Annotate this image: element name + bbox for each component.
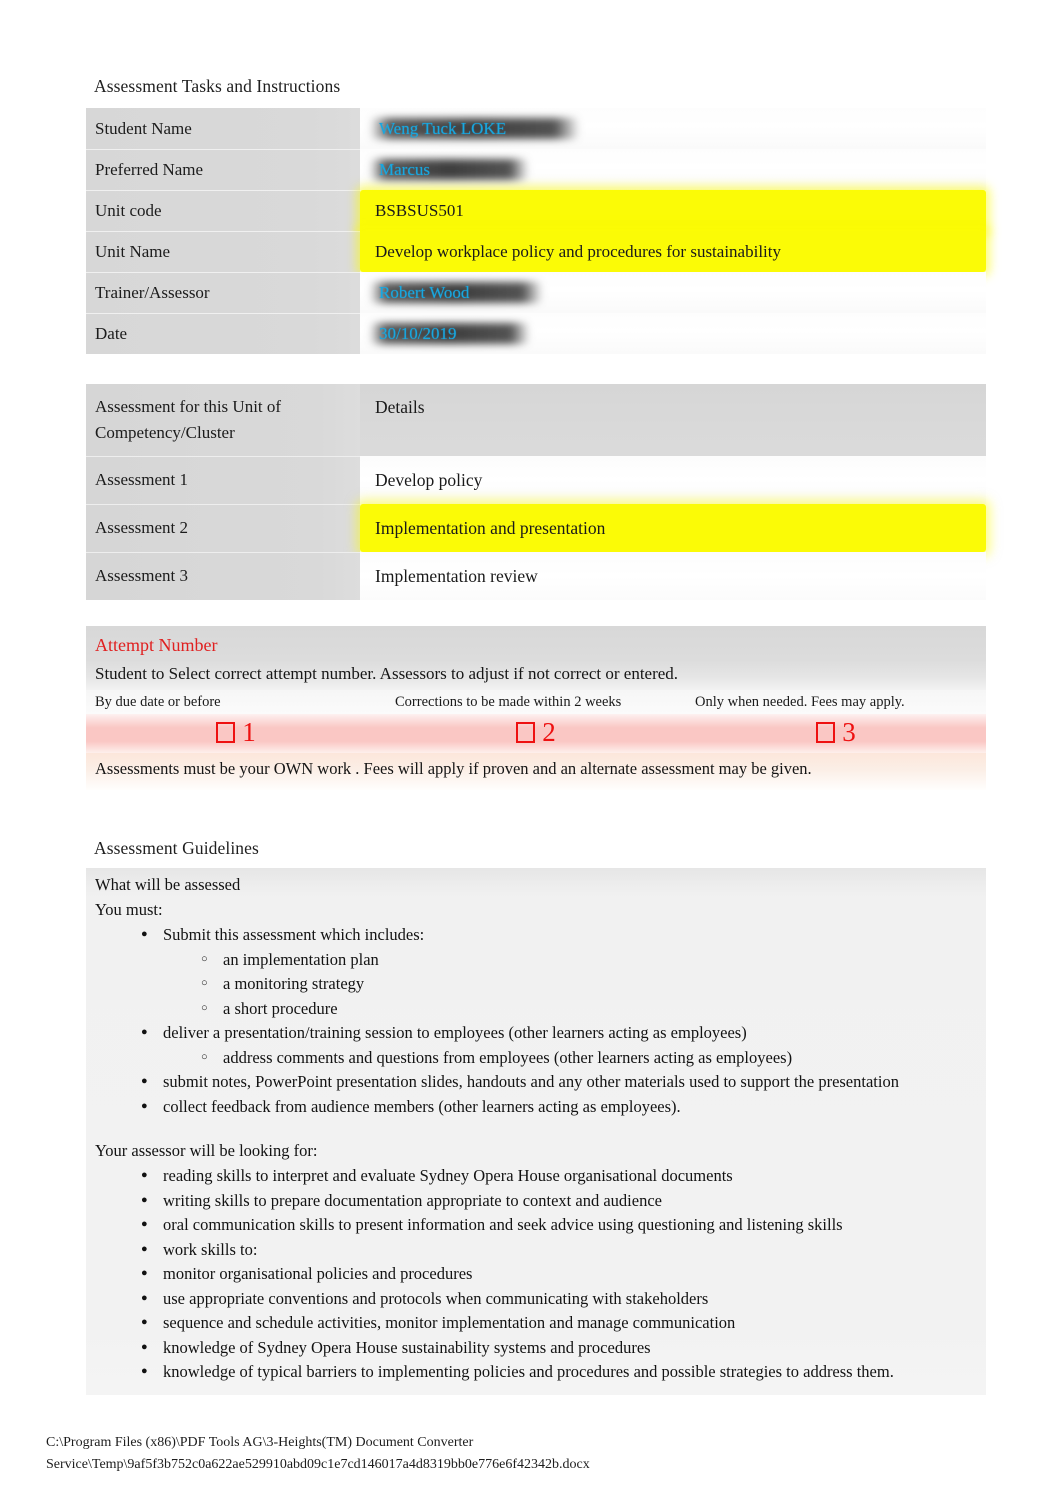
list-item: sequence and schedule activities, monito… <box>141 1310 986 1336</box>
table-row: Unit Name Develop workplace policy and p… <box>86 231 986 272</box>
table-header-row: Assessment for this Unit of Competency/C… <box>86 384 986 456</box>
list-item: a short procedure <box>201 996 986 1022</box>
attempt-own-work-note: Assessments must be your OWN work . Fees… <box>86 753 986 790</box>
footer-line-1: C:\Program Files (x86)\PDF Tools AG\3-He… <box>46 1435 474 1450</box>
redacted-student-name: Weng Tuck LOKE <box>375 117 510 140</box>
list-item: collect feedback from audience members (… <box>141 1094 986 1120</box>
document-page: Assessment Tasks and Instructions Studen… <box>0 0 1062 1504</box>
attempt-number-2: 2 <box>542 717 556 747</box>
field-value-trainer-assessor[interactable]: Robert Wood <box>360 272 986 313</box>
assessor-lead-label: Your assessor will be looking for: <box>95 1141 318 1160</box>
field-label-trainer-assessor: Trainer/Assessor <box>86 272 360 313</box>
list-item: a monitoring strategy <box>201 971 986 997</box>
guidelines-body: You must: Submit this assessment which i… <box>86 897 986 1395</box>
assessment-3-value: Implementation review <box>360 552 986 600</box>
checkbox-icon-attempt-2[interactable] <box>516 722 536 743</box>
list-item: submit notes, PowerPoint presentation sl… <box>141 1069 986 1095</box>
assessment-detail-table: Assessment for this Unit of Competency/C… <box>86 384 986 600</box>
table-row: Preferred Name Marcus <box>86 149 986 190</box>
table-row: Unit code BSBSUS501 <box>86 190 986 231</box>
footer-path: C:\Program Files (x86)\PDF Tools AG\3-He… <box>46 1432 1006 1476</box>
must-list: Submit this assessment which includes: a… <box>95 922 986 1120</box>
redacted-date: 30/10/2019 <box>375 322 460 345</box>
list-item: use appropriate conventions and protocol… <box>141 1286 986 1312</box>
what-will-be-assessed-header: What will be assessed <box>86 868 986 897</box>
field-label-unit-name: Unit Name <box>86 231 360 272</box>
table-row: Date 30/10/2019 <box>86 313 986 354</box>
list-item: address comments and questions from empl… <box>201 1045 986 1071</box>
list-item: deliver a presentation/training session … <box>141 1020 986 1071</box>
table-row: Assessment 3 Implementation review <box>86 552 986 600</box>
list-item: reading skills to interpret and evaluate… <box>141 1163 986 1189</box>
attempt-note-3: Only when needed. Fees may apply. <box>695 694 905 710</box>
field-label-date: Date <box>86 313 360 354</box>
attempt-note-2: Corrections to be made within 2 weeks <box>395 694 622 710</box>
field-label-preferred-name: Preferred Name <box>86 149 360 190</box>
table-row: Trainer/Assessor Robert Wood <box>86 272 986 313</box>
assessment-guidelines-block: What will be assessed You must: Submit t… <box>86 868 986 1395</box>
list-item: an implementation plan <box>201 947 986 973</box>
attempt-number-3: 3 <box>842 717 856 747</box>
field-value-date[interactable]: 30/10/2019 <box>360 313 986 354</box>
field-label-student-name: Student Name <box>86 108 360 149</box>
you-must-label: You must: <box>95 900 163 919</box>
field-value-unit-code[interactable]: BSBSUS501 <box>360 190 986 231</box>
attempt-checkbox-row: 1 2 3 <box>86 714 986 753</box>
attempt-number-block: Attempt Number Student to Select correct… <box>86 626 986 790</box>
list-item: Submit this assessment which includes: a… <box>141 922 986 1022</box>
attempt-option-3[interactable]: 3 <box>686 714 986 753</box>
table-row: Student Name Weng Tuck LOKE <box>86 108 986 149</box>
must-sublist-1: an implementation plan a monitoring stra… <box>163 947 986 1022</box>
attempt-number-title: Attempt Number <box>86 626 986 660</box>
field-value-preferred-name[interactable]: Marcus <box>360 149 986 190</box>
assessment-3-label: Assessment 3 <box>86 552 360 600</box>
field-value-unit-name[interactable]: Develop workplace policy and procedures … <box>360 231 986 272</box>
assessment-1-label: Assessment 1 <box>86 456 360 504</box>
checkbox-icon-attempt-1[interactable] <box>216 722 236 743</box>
assessor-criteria-list: reading skills to interpret and evaluate… <box>95 1163 986 1385</box>
table-row: Assessment 2 Implementation and presenta… <box>86 504 986 552</box>
detail-header-details: Details <box>360 384 986 456</box>
list-item: work skills to: <box>141 1237 986 1263</box>
attempt-option-2[interactable]: 2 <box>386 714 686 753</box>
redacted-trainer-assessor: Robert Wood <box>375 281 473 304</box>
list-item: monitor organisational policies and proc… <box>141 1261 986 1287</box>
field-label-unit-code: Unit code <box>86 190 360 231</box>
list-item: knowledge of typical barriers to impleme… <box>141 1359 986 1385</box>
attempt-option-1[interactable]: 1 <box>86 714 386 753</box>
assessment-1-value: Develop policy <box>360 456 986 504</box>
redacted-preferred-name: Marcus <box>375 158 434 181</box>
table-row: Assessment 1 Develop policy <box>86 456 986 504</box>
attempt-note-1: By due date or before <box>95 694 221 710</box>
attempt-number-instruction: Student to Select correct attempt number… <box>86 660 986 690</box>
page-title: Assessment Tasks and Instructions <box>94 76 341 96</box>
assessment-2-value: Implementation and presentation <box>360 504 986 552</box>
checkbox-icon-attempt-3[interactable] <box>816 722 836 743</box>
student-info-table: Student Name Weng Tuck LOKE Preferred Na… <box>86 108 986 354</box>
list-item: writing skills to prepare documentation … <box>141 1188 986 1214</box>
guidelines-heading: Assessment Guidelines <box>94 838 259 858</box>
list-item: oral communication skills to present inf… <box>141 1212 986 1238</box>
attempt-number-1: 1 <box>242 717 256 747</box>
detail-header-label: Assessment for this Unit of Competency/C… <box>86 384 360 456</box>
attempt-notes-row: By due date or before Corrections to be … <box>86 690 986 714</box>
list-item: knowledge of Sydney Opera House sustaina… <box>141 1335 986 1361</box>
must-item-1-text: Submit this assessment which includes: <box>163 925 425 944</box>
must-sublist-2: address comments and questions from empl… <box>163 1045 986 1071</box>
assessment-2-label: Assessment 2 <box>86 504 360 552</box>
footer-line-2: Service\Temp\9af5f3b752c0a622ae529910abd… <box>46 1457 590 1472</box>
must-item-2-text: deliver a presentation/training session … <box>163 1023 747 1042</box>
field-value-student-name[interactable]: Weng Tuck LOKE <box>360 108 986 149</box>
